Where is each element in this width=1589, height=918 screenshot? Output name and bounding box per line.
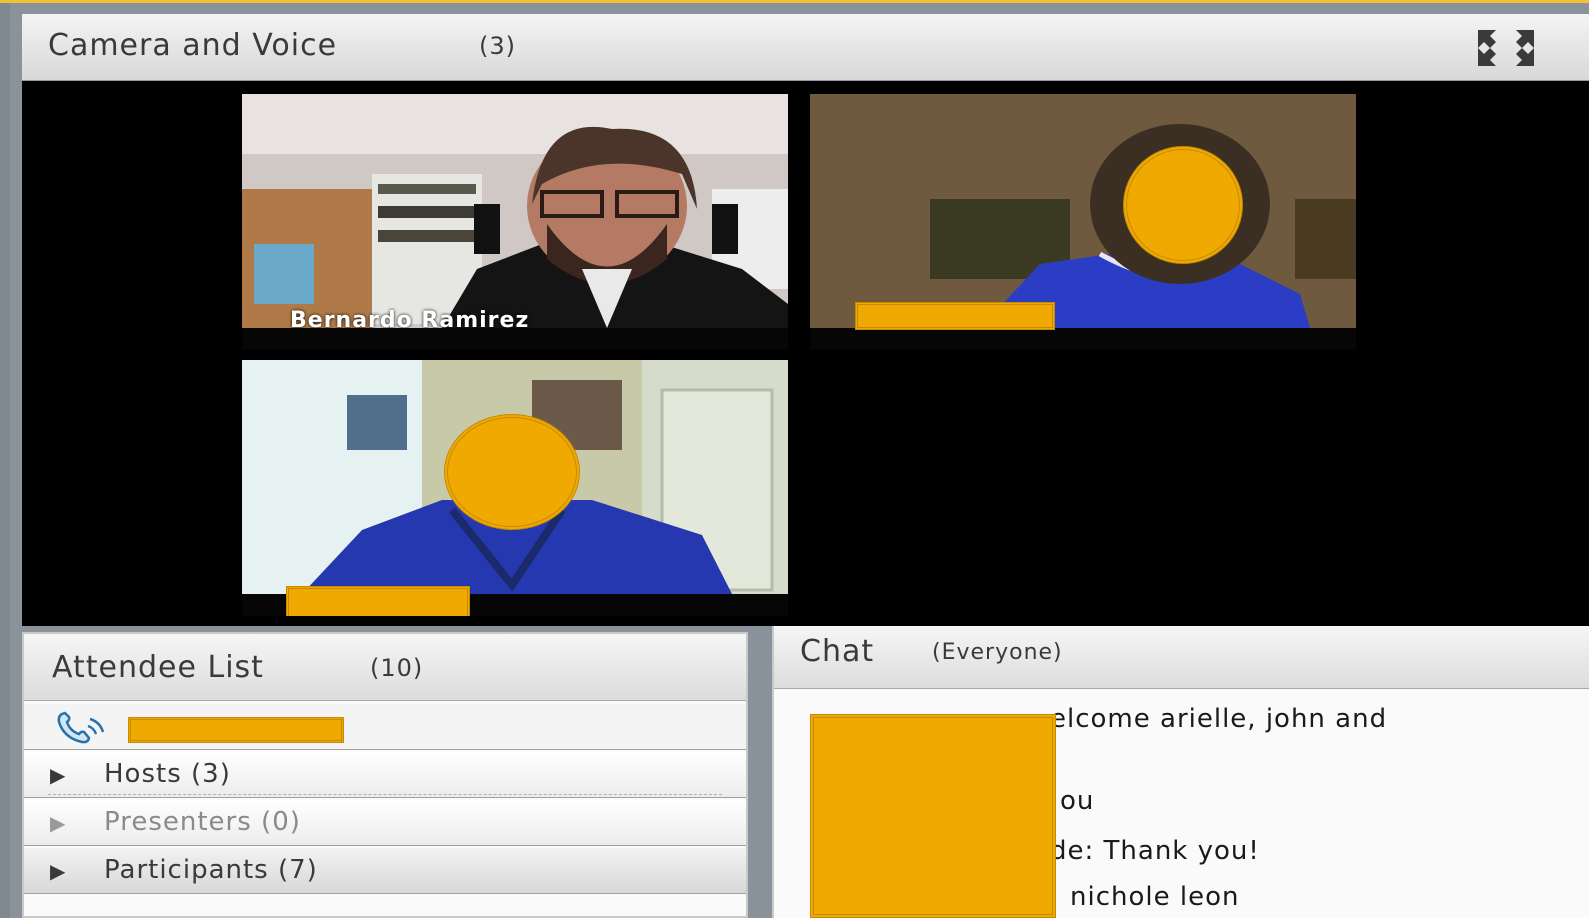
chat-message: de: Thank you! bbox=[1050, 836, 1260, 866]
chat-panel: Chat (Everyone) elcome arielle, john and… bbox=[772, 626, 1589, 918]
video-name-bar bbox=[810, 328, 1356, 350]
camera-panel-title: Camera and Voice bbox=[48, 28, 338, 63]
chat-panel-header: Chat (Everyone) bbox=[774, 626, 1589, 689]
group-label: Presenters (0) bbox=[104, 807, 301, 837]
group-participants[interactable]: ▶ Participants (7) bbox=[24, 848, 746, 894]
redaction-face bbox=[444, 414, 580, 530]
chat-panel-title: Chat bbox=[800, 634, 875, 669]
attendee-panel-header: Attendee List (10) bbox=[24, 634, 746, 701]
video-tile-participant-3[interactable] bbox=[242, 360, 788, 616]
video-feed bbox=[810, 94, 1356, 328]
phone-icon bbox=[57, 711, 105, 744]
expand-arrow-icon: ▶ bbox=[50, 859, 66, 883]
left-frame-strip bbox=[0, 3, 10, 918]
redaction-name bbox=[855, 302, 1055, 330]
redaction-face bbox=[1123, 146, 1243, 264]
camera-panel-count: (3) bbox=[479, 32, 516, 60]
fullscreen-button[interactable] bbox=[1476, 28, 1536, 68]
chat-scope-label[interactable]: (Everyone) bbox=[932, 640, 1063, 665]
camera-voice-panel: Camera and Voice (3) Bernardo Ramirez bbox=[22, 14, 1589, 626]
top-accent-line bbox=[0, 0, 1589, 3]
attendee-panel-count: (10) bbox=[370, 654, 424, 682]
group-label: Participants (7) bbox=[104, 855, 318, 885]
redaction-name bbox=[286, 586, 470, 616]
redaction-chat-senders bbox=[810, 714, 1056, 918]
camera-panel-header: Camera and Voice (3) bbox=[22, 14, 1589, 81]
divider bbox=[48, 794, 722, 795]
video-name-label: Bernardo Ramirez bbox=[290, 308, 530, 333]
video-feed bbox=[242, 94, 788, 328]
chat-message: elcome arielle, john and bbox=[1050, 704, 1388, 734]
expand-arrow-icon: ▶ bbox=[50, 763, 66, 787]
group-label: Hosts (3) bbox=[104, 759, 231, 789]
video-tile-participant-2[interactable] bbox=[810, 94, 1356, 350]
expand-icon bbox=[1478, 30, 1534, 66]
chat-message: nichole leon bbox=[1070, 882, 1240, 912]
expand-arrow-icon: ▶ bbox=[50, 811, 66, 835]
chat-message: ou bbox=[1060, 786, 1095, 816]
redaction-user-name bbox=[128, 717, 344, 743]
attendee-panel-title: Attendee List bbox=[52, 650, 264, 685]
group-presenters[interactable]: ▶ Presenters (0) bbox=[24, 800, 746, 846]
my-status-row[interactable] bbox=[24, 704, 746, 750]
group-hosts[interactable]: ▶ Hosts (3) bbox=[24, 752, 746, 798]
video-tile-bernardo[interactable]: Bernardo Ramirez bbox=[242, 94, 788, 350]
attendee-list-panel: Attendee List (10) ▶ Hosts (3) ▶ Present… bbox=[22, 632, 748, 918]
